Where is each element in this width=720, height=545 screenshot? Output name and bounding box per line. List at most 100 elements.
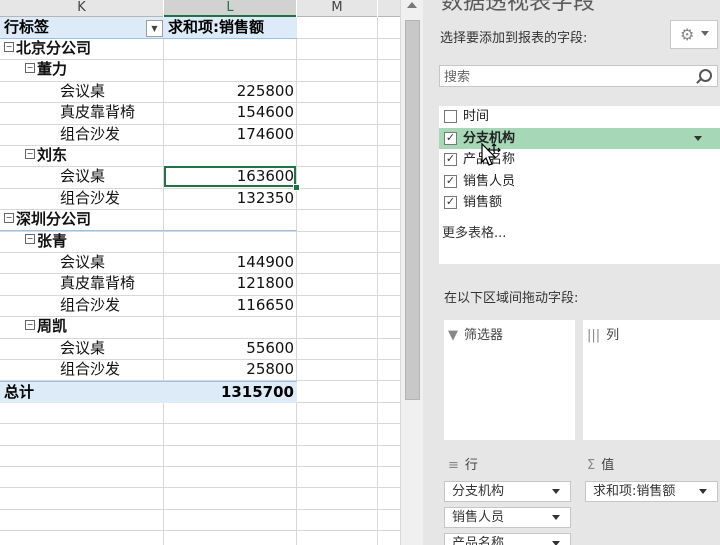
field-list: 时间✓分支机构✓产品名称✓销售人员✓销售额 更多表格... (439, 106, 720, 264)
chevron-down-icon[interactable] (552, 515, 560, 520)
pivot-row-label: 会议桌 (60, 167, 106, 186)
pivot-row-label: 组合沙发 (60, 360, 121, 378)
pivot-row-value: 55600 (246, 338, 294, 357)
scroll-up-arrow-icon[interactable] (407, 2, 417, 8)
collapse-toggle-icon[interactable]: − (4, 212, 14, 223)
sum-of-sales-header[interactable]: 求和项:销售额 (168, 17, 264, 38)
pivot-product-row[interactable]: 会议桌 55600 (0, 338, 297, 359)
field-list-item[interactable]: ✓ 销售额 (439, 192, 720, 213)
field-list-item[interactable]: ✓ 销售人员 (439, 171, 720, 192)
rows-area[interactable]: ≡ 行 分支机构 销售人员 产品名称 (444, 450, 575, 545)
spreadsheet-grid[interactable]: K L M 行标签 ▼ 求和项:销售额 − 北京分公司 − 董力 会议桌 225800 真皮… (0, 0, 400, 545)
collapse-toggle-icon[interactable]: − (25, 62, 35, 73)
field-search-input[interactable] (442, 67, 696, 87)
pivot-branch-row[interactable]: − 北京分公司 (0, 38, 297, 59)
pivot-row-label: 周凯 (37, 317, 68, 336)
chevron-down-icon[interactable] (552, 489, 560, 494)
chevron-down-icon (701, 31, 709, 36)
column-header-next[interactable] (378, 0, 400, 17)
pivot-product-row[interactable]: 会议桌 144900 (0, 252, 297, 273)
fill-handle[interactable] (293, 184, 300, 191)
column-header-k[interactable]: K (0, 0, 163, 17)
pivot-row-value: 154600 (236, 103, 294, 122)
pivot-row-value: 116650 (236, 295, 294, 314)
values-area-title: 值 (601, 458, 615, 473)
pivot-product-row[interactable]: 组合沙发 25800 (0, 359, 297, 380)
pivot-product-row[interactable]: 组合沙发 132350 (0, 188, 297, 209)
vertical-scrollbar[interactable] (400, 0, 423, 545)
pivot-salesperson-row[interactable]: − 董力 (0, 59, 297, 80)
field-list-item[interactable]: 时间 (439, 106, 720, 127)
pivot-row-value: 121800 (236, 274, 294, 293)
pivot-product-row[interactable]: 会议桌 225800 (0, 81, 297, 102)
scrollbar-thumb[interactable] (405, 20, 420, 400)
rows-area-title: 行 (464, 458, 478, 473)
checkbox-checked[interactable]: ✓ (444, 153, 457, 166)
filters-area-title: 筛选器 (464, 328, 504, 343)
pivot-row-value: 25800 (246, 360, 294, 378)
filter-icon: ▼ (448, 328, 458, 343)
pivot-branch-row[interactable]: − 深圳分公司 (0, 209, 297, 230)
pivot-row-label: 组合沙发 (60, 124, 121, 143)
pivot-product-row[interactable]: 组合沙发 116650 (0, 295, 297, 316)
pivot-row-label: 董力 (37, 60, 68, 79)
pivot-row-value: 132350 (236, 188, 294, 207)
pivot-header-row: 行标签 ▼ 求和项:销售额 (0, 17, 297, 39)
collapse-toggle-icon[interactable]: − (25, 148, 35, 159)
rows-area-item[interactable]: 销售人员 (444, 507, 571, 528)
values-area[interactable]: Σ值 求和项:销售额 (583, 450, 720, 545)
active-cell-selection[interactable] (164, 166, 296, 187)
grand-total-row[interactable]: 总计 1315700 (0, 381, 297, 403)
checkbox-checked[interactable]: ✓ (444, 196, 457, 209)
chevron-down-icon[interactable] (694, 135, 702, 141)
pivot-row-label: 深圳分公司 (16, 210, 92, 229)
checkbox-checked[interactable]: ✓ (444, 174, 457, 188)
columns-area[interactable]: ||| 列 (583, 320, 720, 440)
collapse-toggle-icon[interactable]: − (25, 234, 35, 245)
chevron-down-icon[interactable] (699, 489, 707, 494)
pivot-salesperson-row[interactable]: − 张青 (0, 231, 297, 252)
pivot-row-label: 张青 (37, 231, 68, 250)
field-label: 时间 (463, 109, 490, 124)
gear-icon: ⚙ (680, 25, 695, 44)
pivot-row-value: 144900 (236, 253, 294, 271)
pivot-row-value: 174600 (236, 124, 294, 143)
pivot-row-label: 组合沙发 (60, 295, 121, 314)
row-filter-dropdown-icon[interactable]: ▼ (146, 20, 163, 37)
chevron-down-icon[interactable] (552, 541, 560, 545)
collapse-toggle-icon[interactable]: − (4, 41, 14, 52)
column-header-m[interactable]: M (297, 0, 377, 17)
pane-title: 数据透视表字段 (441, 0, 596, 15)
columns-icon: ||| (587, 328, 601, 343)
column-header-l[interactable]: L (164, 0, 296, 17)
values-area-item[interactable]: 求和项:销售额 (585, 481, 718, 502)
columns-area-title: 列 (606, 328, 620, 343)
more-tables-link[interactable]: 更多表格... (442, 222, 506, 241)
field-label: 销售人员 (463, 173, 516, 189)
rows-icon: ≡ (448, 458, 459, 473)
pivot-product-row[interactable]: 组合沙发 174600 (0, 124, 297, 145)
pivot-product-row[interactable]: 真皮靠背椅 154600 (0, 102, 297, 123)
search-icon[interactable] (699, 69, 712, 82)
pivot-row-label: 会议桌 (60, 338, 106, 357)
checkbox-unchecked[interactable] (444, 110, 457, 123)
grand-total-value: 1315700 (220, 383, 294, 401)
collapse-toggle-icon[interactable]: − (25, 319, 35, 330)
pivot-salesperson-row[interactable]: − 刘东 (0, 145, 297, 166)
pivot-row-label: 会议桌 (60, 253, 106, 271)
pivot-field-list-pane: 数据透视表字段 选择要添加到报表的字段: ⚙ 时间 ✓ 分支机构 ✓ 产品名称 ✓ 销售人员… (423, 0, 720, 545)
filters-area[interactable]: ▼ 筛选器 (444, 320, 575, 440)
sigma-icon: Σ (587, 458, 596, 473)
pivot-salesperson-row[interactable]: − 周凯 (0, 316, 297, 337)
pivot-row-label: 北京分公司 (16, 39, 92, 57)
rows-area-item[interactable]: 产品名称 (444, 533, 571, 545)
row-labels-header[interactable]: 行标签 (4, 17, 49, 38)
rows-area-item[interactable]: 分支机构 (444, 481, 571, 502)
field-list-settings-button[interactable]: ⚙ (670, 20, 718, 49)
checkbox-checked[interactable]: ✓ (444, 131, 457, 145)
pivot-row-label: 刘东 (37, 146, 68, 164)
pivot-product-row[interactable]: 真皮靠背椅 121800 (0, 273, 297, 294)
pivot-row-value: 225800 (236, 81, 294, 100)
field-search-box[interactable] (439, 65, 718, 87)
pivot-row-label: 组合沙发 (60, 188, 121, 207)
